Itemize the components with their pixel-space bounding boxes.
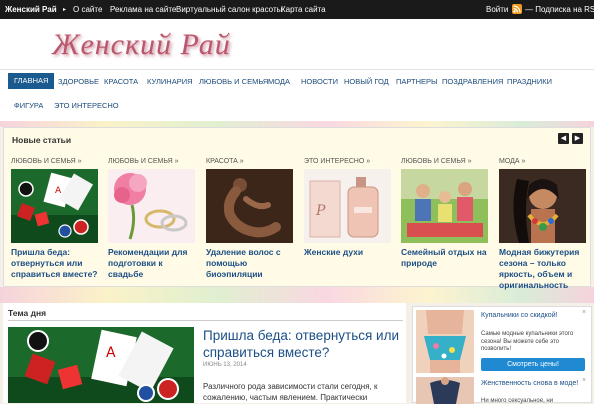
article-thumbnail-woman[interactable] bbox=[206, 169, 293, 243]
nav-item-beauty[interactable]: КРАСОТА bbox=[104, 77, 138, 86]
next-arrow-icon[interactable]: ▶ bbox=[572, 133, 583, 144]
article-category[interactable]: ЛЮБОВЬ И СЕМЬЯ » bbox=[108, 158, 179, 165]
topbar-link-about[interactable]: О сайте bbox=[73, 5, 102, 14]
nav-item-news[interactable]: НОВОСТИ bbox=[301, 77, 338, 86]
see-prices-button[interactable]: Смотреть цены! bbox=[481, 358, 585, 371]
nav-item-interesting[interactable]: ЭТО ИНТЕРЕСНО bbox=[54, 101, 119, 110]
featured-excerpt: Различного рода зависимости стали сегодн… bbox=[203, 382, 378, 402]
nav-item-partners[interactable]: ПАРТНЕРЫ bbox=[396, 77, 438, 86]
close-icon[interactable]: × bbox=[582, 309, 586, 316]
nav-item-cooking[interactable]: КУЛИНАРИЯ bbox=[147, 77, 193, 86]
rss-icon[interactable] bbox=[512, 4, 522, 14]
article-thumbnail-jewelry[interactable] bbox=[499, 169, 586, 243]
top-bar: Женский Рай ▸ О сайте Реклама на сайте В… bbox=[0, 0, 594, 19]
swimsuit-ad-image[interactable] bbox=[416, 310, 474, 373]
site-logo[interactable]: Женский Рай bbox=[52, 28, 231, 62]
svg-text:P: P bbox=[315, 203, 326, 219]
article-thumbnail-rings[interactable] bbox=[108, 169, 195, 243]
sidebar-ads: Купальники со скидкой! × Самые модные ку… bbox=[412, 306, 592, 404]
article-title[interactable]: Рекомендации для подготовки к свадьбе bbox=[108, 247, 198, 280]
ad-title[interactable]: Купальники со скидкой! bbox=[481, 311, 581, 320]
new-articles-panel: Новые статьи ◀ ▶ ЛЮБОВЬ И СЕМЬЯ » A Приш… bbox=[3, 127, 591, 290]
article-thumbnail-perfume[interactable]: P bbox=[304, 169, 391, 243]
article-title[interactable]: Пришла беда: отвернуться или справиться … bbox=[11, 247, 101, 280]
section-title: Тема дня bbox=[8, 308, 47, 318]
nav-item-holidays[interactable]: ПРАЗДНИКИ bbox=[507, 77, 552, 86]
nav-item-love-family[interactable]: ЛЮБОВЬ И СЕМЬЯ bbox=[199, 77, 268, 86]
article-title[interactable]: Семейный отдых на природе bbox=[401, 247, 491, 269]
main-nav: ГЛАВНАЯ ЗДОРОВЬЕ КРАСОТА КУЛИНАРИЯ ЛЮБОВ… bbox=[0, 69, 594, 121]
nav-item-fashion[interactable]: МОДА bbox=[268, 77, 290, 86]
svg-text:A: A bbox=[55, 186, 62, 196]
featured-date: ИЮНЬ 13, 2014 bbox=[203, 362, 247, 368]
featured-title[interactable]: Пришла беда: отвернуться или справиться … bbox=[203, 327, 403, 361]
nav-item-greetings[interactable]: ПОЗДРАВЛЕНИЯ bbox=[442, 77, 503, 86]
article-category[interactable]: ЛЮБОВЬ И СЕМЬЯ » bbox=[11, 158, 82, 165]
dress-ad-image[interactable] bbox=[416, 377, 474, 404]
ad-text: Самые модные купальники этого сезона! Вы… bbox=[481, 331, 574, 352]
article-thumbnail-family[interactable] bbox=[401, 169, 488, 243]
nav-item-health[interactable]: ЗДОРОВЬЕ bbox=[58, 77, 99, 86]
divider bbox=[8, 320, 403, 321]
article-title[interactable]: Модная бижутерия сезона – только яркость… bbox=[499, 247, 589, 291]
nav-item-home[interactable]: ГЛАВНАЯ bbox=[8, 73, 55, 89]
topbar-link-salon[interactable]: Виртуальный салон красоты bbox=[176, 5, 282, 14]
prev-arrow-icon[interactable]: ◀ bbox=[558, 133, 569, 144]
nav-item-figure[interactable]: ФИГУРА bbox=[14, 101, 43, 110]
topbar-link-ads[interactable]: Реклама на сайте bbox=[110, 5, 176, 14]
article-title[interactable]: Удаление волос с помощью биоэпиляции bbox=[206, 247, 296, 280]
topic-of-day-section: Тема дня A Пришла беда: отвернуться или … bbox=[3, 303, 406, 403]
topbar-site-link[interactable]: Женский Рай bbox=[5, 5, 57, 14]
rss-subscribe-link[interactable]: — Подписка на RSS bbox=[525, 5, 594, 14]
chevron-right-icon: ▸ bbox=[63, 7, 67, 13]
ad-text: Ни много сексуальное, ни bbox=[481, 398, 554, 404]
nav-item-new-year[interactable]: НОВЫЙ ГОД bbox=[344, 77, 389, 86]
article-thumbnail-casino[interactable]: A bbox=[11, 169, 98, 243]
article-title[interactable]: Женские духи bbox=[304, 247, 394, 258]
site-header: Женский Рай bbox=[0, 19, 594, 69]
topbar-link-sitemap[interactable]: Карта сайта bbox=[281, 5, 326, 14]
ad-title[interactable]: Женственность снова в моде! bbox=[481, 379, 581, 388]
close-icon[interactable]: × bbox=[582, 377, 586, 384]
panel-title: Новые статьи bbox=[12, 135, 72, 145]
article-category[interactable]: ЛЮБОВЬ И СЕМЬЯ » bbox=[401, 158, 472, 165]
login-link[interactable]: Войти bbox=[486, 5, 508, 14]
article-category[interactable]: КРАСОТА » bbox=[206, 158, 244, 165]
article-category[interactable]: МОДА » bbox=[499, 158, 525, 165]
featured-image[interactable]: A bbox=[8, 327, 194, 403]
svg-text:A: A bbox=[106, 345, 116, 361]
article-category[interactable]: ЭТО ИНТЕРЕСНО » bbox=[304, 158, 370, 165]
